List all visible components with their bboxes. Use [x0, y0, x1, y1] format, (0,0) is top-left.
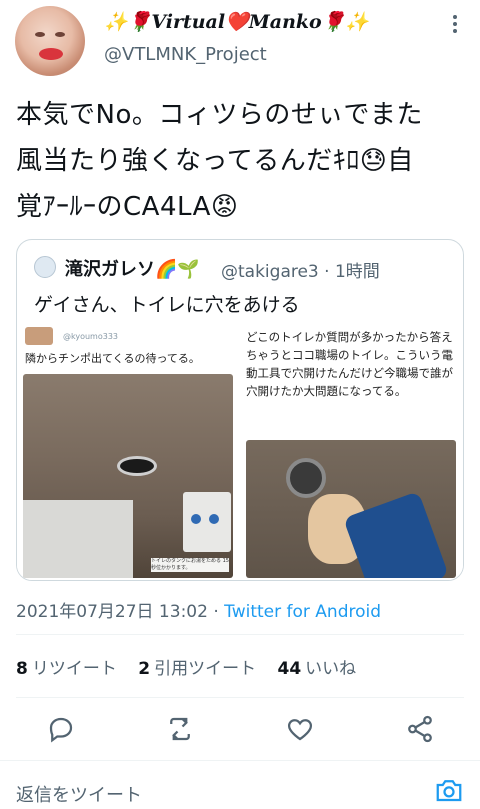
share-icon[interactable] [405, 714, 435, 744]
tweet-text: 本気でNo。コィツらのせぃでまた 風当たり強くなってるんだｷﾛ😓自 覚ｱｰﾙｰの… [16, 92, 466, 230]
hole-saw [286, 458, 326, 498]
divider [16, 697, 464, 698]
embedded-avatar [25, 327, 53, 345]
quoted-author-avatar [34, 256, 56, 278]
tweet-text-line: 本気でNo。コィツらのせぃでまた [16, 100, 423, 130]
retweets-label: リツイート [31, 659, 117, 679]
control-panel [23, 500, 133, 578]
quotes-label: 引用ツイート [154, 659, 257, 679]
flush-panel [183, 492, 231, 552]
tweet-text-line: 覚ｱｰﾙｰのCA4LA😡 [16, 192, 239, 222]
author-handle[interactable]: @VTLMNK_Project [104, 44, 267, 65]
flush-button-icon [191, 514, 201, 524]
camera-icon[interactable] [434, 775, 464, 805]
embedded-caption-right: どこのトイレか質問が多かったから答えちゃうとココ職場のトイレ。こういう電動工具で… [246, 330, 453, 398]
quoted-tweet-text: ゲイさん、トイレに穴をあける [34, 294, 300, 316]
tweet-timestamp: 2021年07月27日 13:02 · Twitter for Android [16, 597, 381, 622]
more-options-icon[interactable] [443, 12, 467, 36]
reply-icon[interactable] [46, 714, 76, 744]
divider [16, 634, 464, 635]
retweet-icon[interactable] [165, 714, 195, 744]
likes-label: いいね [305, 659, 357, 679]
reply-bar: 返信をツイート [0, 760, 480, 809]
flush-button-icon [209, 514, 219, 524]
retweets-stat[interactable]: 8 リツイート [16, 659, 117, 679]
embedded-caption: 隣からチンポ出てくるの待ってる。 [25, 352, 200, 365]
toilet-sign: トイレのタンクにお湯をためる 15秒位かかります。 [151, 558, 229, 572]
likes-count: 44 [277, 659, 302, 679]
likes-stat[interactable]: 44 いいね [278, 659, 357, 679]
quotes-count: 2 [138, 659, 151, 679]
avatar-eye [35, 32, 45, 37]
embedded-handle: @kyoumo333 [63, 332, 119, 341]
tweet-text-line: 風当たり強くなってるんだｷﾛ😓自 [16, 146, 414, 176]
tweet-source-link[interactable]: Twitter for Android [224, 602, 381, 622]
retweets-count: 8 [16, 659, 28, 679]
quoted-author-name: 滝沢ガレソ🌈🌱 [65, 259, 200, 280]
quoted-tweet[interactable]: 滝沢ガレソ🌈🌱 @takigare3 · 1時間 ゲイさん、トイレに穴をあける … [16, 239, 464, 581]
reply-input[interactable]: 返信をツイート [16, 781, 142, 807]
toilet-photo: トイレのタンクにお湯をためる 15秒位かかります。 [23, 374, 233, 578]
avatar-lips [39, 48, 63, 60]
quoted-image-left[interactable]: @kyoumo333 隣からチンポ出てくるの待ってる。 トイレのタンクにお湯をた… [17, 324, 239, 580]
engagement-stats: 8 リツイート 2 引用ツイート 44 いいね [16, 654, 372, 679]
quotes-stat[interactable]: 2 引用ツイート [138, 659, 256, 679]
tweet-header: ✨🌹Virtual❤️Manko🌹✨ @VTLMNK_Project [0, 0, 480, 82]
avatar-eye [55, 32, 65, 37]
tweet-datetime: 2021年07月27日 13:02 · [16, 602, 225, 622]
wall-hole [117, 456, 157, 476]
author-display-name[interactable]: ✨🌹Virtual❤️Manko🌹✨ [104, 10, 369, 33]
drill-photo [246, 440, 456, 578]
quoted-author-handle-time: @takigare3 · 1時間 [221, 262, 380, 282]
tweet-actions [0, 712, 480, 746]
author-avatar[interactable] [15, 6, 85, 76]
like-icon[interactable] [285, 714, 315, 744]
quoted-image-right[interactable]: どこのトイレか質問が多かったから答えちゃうとココ職場のトイレ。こういう電動工具で… [242, 324, 463, 580]
